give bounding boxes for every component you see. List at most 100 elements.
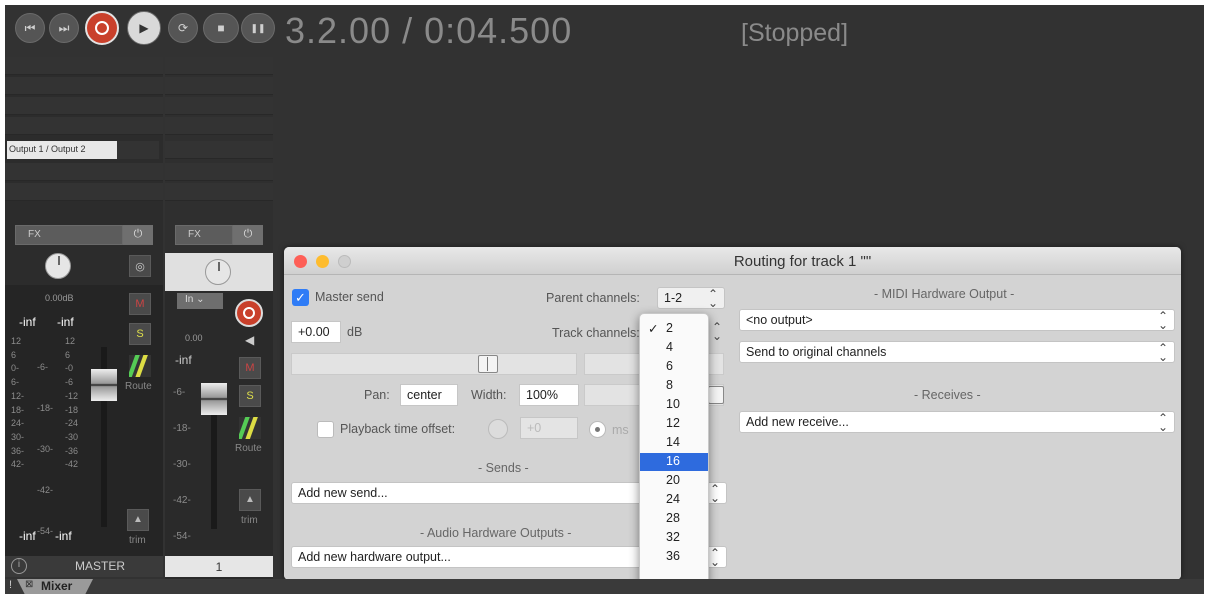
midi-channels-select[interactable]: Send to original channels ⌃ ⌄ — [739, 341, 1175, 363]
master-scale-mid: -6- -18- -30- -42- -54- — [37, 362, 54, 536]
audio-hw-header: - Audio Hardware Outputs - — [420, 526, 572, 540]
channel-option[interactable]: 36 — [640, 548, 708, 566]
stereo-mono-icon[interactable]: ◎ — [129, 255, 151, 277]
master-mute-button[interactable]: M — [129, 293, 151, 315]
route-icon[interactable] — [129, 355, 151, 377]
updown-chevron-icon: ⌃ ⌄ — [709, 546, 720, 569]
ms-label: ms — [612, 423, 629, 437]
go-to-start-button[interactable]: ⏮ — [15, 13, 45, 43]
trim-icon[interactable]: ▲ — [239, 489, 261, 511]
repeat-button[interactable]: ⟳ — [168, 13, 198, 43]
pause-icon: ❚❚ — [250, 22, 266, 33]
play-status: [Stopped] — [741, 19, 849, 47]
dialog-title: Routing for track 1 "" — [733, 253, 872, 270]
close-tab-icon[interactable]: ⊠ — [25, 579, 33, 590]
master-fader-handle[interactable] — [91, 369, 117, 401]
parent-channels-label: Parent channels: — [546, 291, 640, 305]
channel-option[interactable]: 10 — [640, 396, 708, 414]
speaker-icon[interactable]: ◀ — [245, 333, 254, 347]
width-field[interactable]: 100% — [519, 384, 579, 406]
dialog-titlebar: Routing for track 1 "" — [284, 247, 1181, 275]
record-icon — [243, 307, 255, 319]
track1-mute-button[interactable]: M — [239, 357, 261, 379]
master-strip: Output 1 / Output 2 FX ⏻ ◎ 0.00dB -inf -… — [5, 57, 163, 577]
playback-offset-label: Playback time offset: — [340, 422, 456, 436]
width-label: Width: — [471, 388, 507, 402]
master-solo-button[interactable]: S — [129, 323, 151, 345]
master-fx-bypass-icon[interactable]: ⏻ — [123, 225, 153, 245]
channel-option[interactable]: 12 — [640, 415, 708, 433]
master-scale-left: 12 6 0- 6- 12- 18- 24- 30- 36- 42- — [11, 336, 25, 470]
receives-header: - Receives - — [914, 388, 981, 402]
skip-forward-icon: ⏭ — [58, 20, 70, 35]
track1-scale: -6- -18- -30- -42- -54- — [173, 387, 191, 542]
offset-field[interactable]: +0 — [520, 417, 578, 439]
channel-option[interactable]: ✓ 2 — [640, 320, 708, 338]
track1-fader-handle[interactable] — [201, 383, 227, 415]
master-pan-knob[interactable] — [45, 253, 71, 279]
master-output-assign[interactable]: Output 1 / Output 2 — [7, 141, 159, 159]
sends-header: - Sends - — [478, 461, 529, 475]
channel-option[interactable]: 14 — [640, 434, 708, 452]
master-send-checkbox[interactable]: ✓ — [292, 289, 309, 306]
volume-slider-handle[interactable] — [478, 355, 498, 373]
pan-slider-handle[interactable] — [708, 386, 724, 404]
track1-solo-button[interactable]: S — [239, 385, 261, 407]
master-volume-readout: 0.00dB — [45, 293, 74, 303]
channel-option[interactable]: 20 — [640, 472, 708, 490]
updown-chevron-icon: ⌃ ⌄ — [1157, 309, 1168, 332]
track1-record-arm-button[interactable] — [235, 299, 263, 327]
parent-channels-select[interactable]: 1-2 ⌃ ⌄ — [657, 287, 725, 309]
channel-option[interactable]: 4 — [640, 339, 708, 357]
track1-number: 1 — [215, 560, 223, 574]
track1-fx-button[interactable]: FX — [175, 225, 233, 245]
master-peak-hold-r: -inf — [55, 529, 72, 543]
track1-fx-bypass-icon[interactable]: ⏻ — [233, 225, 263, 245]
channel-option[interactable]: 28 — [640, 510, 708, 528]
mixer-tab-label: Mixer — [41, 579, 73, 593]
updown-chevron-icon: ⌃ ⌄ — [707, 287, 718, 310]
ms-radio[interactable] — [589, 421, 606, 438]
playback-offset-checkbox[interactable] — [317, 421, 334, 438]
updown-chevron-icon: ⌃ ⌄ — [1157, 341, 1168, 364]
time-position: 3.2.00 / 0:04.500 — [285, 10, 573, 51]
add-receive-select[interactable]: Add new receive... ⌃ ⌄ — [739, 411, 1175, 433]
track1-volume-readout: 0.00 — [185, 333, 203, 343]
channel-option[interactable]: 32 — [640, 529, 708, 547]
track1-input-select[interactable]: In ⌄ — [177, 293, 223, 309]
repeat-icon: ⟳ — [177, 21, 189, 35]
track1-pan-knob[interactable] — [205, 259, 231, 285]
trim-icon[interactable]: ▲ — [127, 509, 149, 531]
stop-button[interactable]: ■ — [203, 13, 239, 43]
master-track-name: MASTER — [74, 559, 125, 573]
master-peak-hold-l: -inf — [19, 529, 36, 543]
volume-slider[interactable] — [291, 353, 577, 375]
channel-option[interactable]: 6 — [640, 358, 708, 376]
pause-button[interactable]: ❚❚ — [241, 13, 275, 43]
track1-peak: -inf — [175, 353, 192, 367]
updown-chevron-icon: ⌃ ⌄ — [712, 320, 723, 343]
master-send-label: Master send — [315, 290, 384, 304]
midi-output-select[interactable]: <no output> ⌃ ⌄ — [739, 309, 1175, 331]
route-icon[interactable] — [239, 417, 261, 439]
docker-marker: ! — [9, 579, 13, 591]
master-fx-button[interactable]: FX — [15, 225, 123, 245]
play-button[interactable]: ▶ — [127, 11, 161, 45]
channel-option[interactable]: 24 — [640, 491, 708, 509]
chevron-down-icon: ⌄ — [196, 294, 205, 305]
track1-route-label: Route — [235, 443, 262, 454]
master-trim-label: trim — [129, 535, 146, 546]
pan-field[interactable]: center — [400, 384, 458, 406]
channel-option[interactable]: 8 — [640, 377, 708, 395]
offset-knob[interactable] — [488, 419, 508, 439]
track-channels-label: Track channels: — [552, 326, 640, 340]
track-volume-field[interactable]: +0.00 — [291, 321, 341, 343]
record-button[interactable] — [85, 11, 119, 45]
master-peak-l: -inf — [19, 315, 36, 329]
go-to-end-button[interactable]: ⏭ — [49, 13, 79, 43]
mixer-tab[interactable]: ⊠ Mixer — [17, 579, 93, 594]
reaper-window: ⏮ ⏭ ▶ ⟳ ■ ❚❚ 3.2.00 / 0:04.500 [Stopped]… — [5, 5, 1204, 594]
docker-tab-bar: ! ⊠ Mixer — [5, 579, 1204, 594]
info-icon[interactable]: i — [11, 558, 27, 574]
channel-option-highlighted[interactable]: 16 — [640, 453, 708, 471]
